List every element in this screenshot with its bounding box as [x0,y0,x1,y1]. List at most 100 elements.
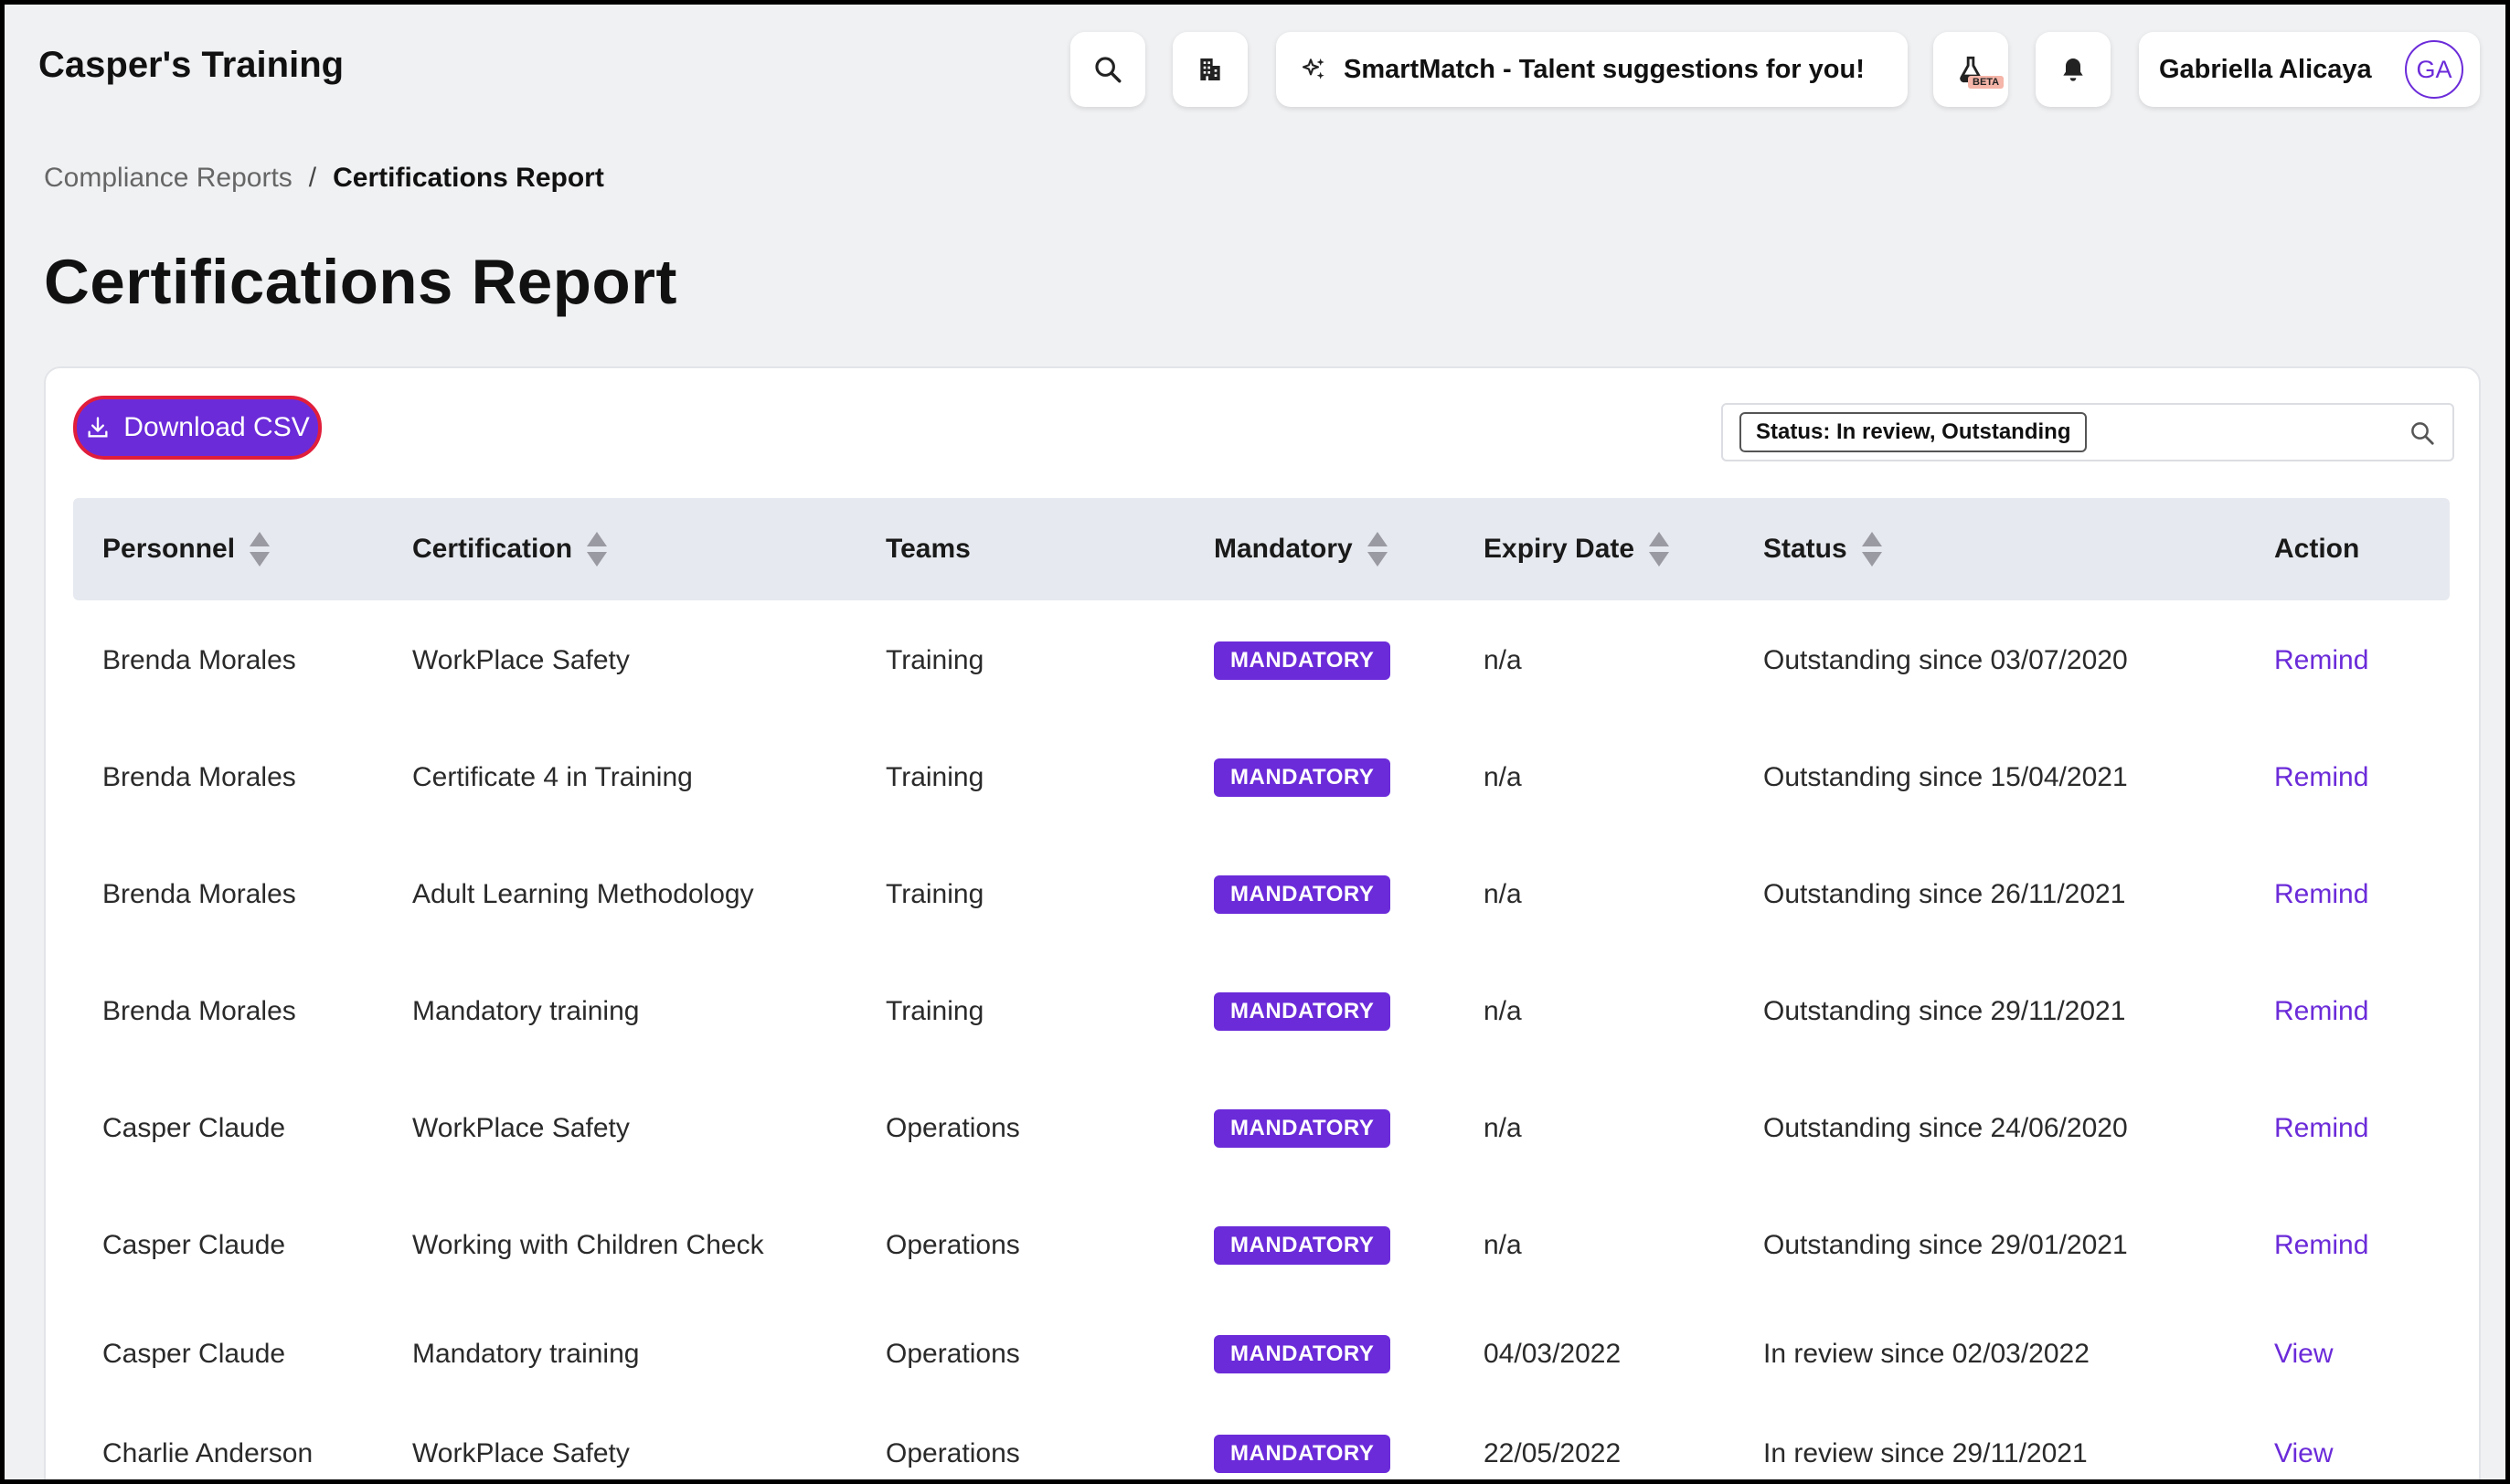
view-link[interactable]: View [2274,1313,2333,1395]
beta-badge: BETA [1968,76,2005,89]
cell-certification: WorkPlace Safety [412,1438,630,1468]
avatar: GA [2405,40,2463,99]
cell-mandatory: MANDATORY [1214,853,1391,936]
cell-certification: WorkPlace Safety [412,645,630,675]
breadcrumb: Compliance Reports / Certifications Repo… [44,163,604,194]
sparkle-icon [1302,58,1324,80]
remind-link[interactable]: Remind [2274,970,2368,1053]
cell-mandatory: MANDATORY [1214,1087,1391,1170]
status-filter-chip[interactable]: Status: In review, Outstanding [1739,412,2088,452]
table-row: Charlie Anderson WorkPlace Safety Operat… [73,1413,2450,1479]
cell-expiry: n/a [1484,1113,1522,1143]
cell-status: Outstanding since 26/11/2021 [1763,879,2126,909]
column-header-expiry-date[interactable]: Expiry Date [1484,498,1671,600]
column-header-action: Action [2274,534,2360,564]
search-icon [1095,57,1122,83]
column-header-teams: Teams [886,534,971,564]
sort-icon[interactable] [1366,530,1389,568]
sort-icon[interactable] [1647,530,1671,568]
bell-icon [2063,58,2083,81]
cell-team: Operations [886,1113,1020,1143]
app-title: Casper's Training [38,45,345,85]
cell-mandatory: MANDATORY [1214,1413,1391,1479]
column-header-personnel[interactable]: Personnel [102,498,271,600]
cell-status: Outstanding since 03/07/2020 [1763,645,2128,675]
column-header-status[interactable]: Status [1763,498,1884,600]
table-header: Personnel Certification Teams Mandatory … [73,498,2450,600]
download-csv-button[interactable]: Download CSV [73,396,322,460]
cell-status: In review since 02/03/2022 [1763,1339,2090,1369]
cell-team: Training [886,762,984,792]
cell-team: Operations [886,1438,1020,1468]
cell-personnel: Charlie Anderson [102,1438,314,1468]
cell-mandatory: MANDATORY [1214,620,1391,702]
page-title: Certifications Report [44,247,677,317]
cell-status: Outstanding since 15/04/2021 [1763,762,2128,792]
organisation-button[interactable] [1173,32,1248,107]
report-card: Download CSV Status: In review, Outstand… [44,366,2481,1479]
column-header-certification[interactable]: Certification [412,498,609,600]
column-header-mandatory[interactable]: Mandatory [1214,498,1389,600]
table-row: Brenda Morales Mandatory training Traini… [73,970,2450,1053]
sort-icon[interactable] [1860,530,1884,568]
user-menu-button[interactable]: Gabriella Alicaya GA [2139,32,2480,107]
cell-expiry: n/a [1484,996,1522,1026]
cell-status: Outstanding since 29/11/2021 [1763,996,2126,1026]
cell-mandatory: MANDATORY [1214,1204,1391,1287]
breadcrumb-current: Certifications Report [333,163,604,193]
cell-personnel: Brenda Morales [102,879,296,909]
cell-mandatory: MANDATORY [1214,1313,1391,1395]
filter-search-input[interactable]: Status: In review, Outstanding [1721,403,2454,461]
smartmatch-label: SmartMatch - Talent suggestions for you! [1344,54,1865,84]
mandatory-badge: MANDATORY [1214,875,1391,914]
cell-certification: Mandatory training [412,1339,640,1369]
remind-link[interactable]: Remind [2274,737,2368,819]
mandatory-badge: MANDATORY [1214,641,1391,680]
download-csv-label: Download CSV [123,412,310,442]
mandatory-badge: MANDATORY [1214,1335,1391,1373]
table-row: Brenda Morales Certificate 4 in Training… [73,737,2450,819]
table-row: Casper Claude Mandatory training Operati… [73,1313,2450,1395]
search-icon[interactable] [2409,419,2436,447]
cell-expiry: n/a [1484,645,1522,675]
table-row: Brenda Morales Adult Learning Methodolog… [73,853,2450,936]
mandatory-badge: MANDATORY [1214,992,1391,1031]
cell-team: Operations [886,1230,1020,1260]
view-link[interactable]: View [2274,1413,2333,1479]
mandatory-badge: MANDATORY [1214,1109,1391,1148]
cell-mandatory: MANDATORY [1214,737,1391,819]
cell-expiry: n/a [1484,1230,1522,1260]
smartmatch-button[interactable]: SmartMatch - Talent suggestions for you! [1276,32,1908,107]
breadcrumb-separator: / [308,163,317,193]
cell-certification: WorkPlace Safety [412,1113,630,1143]
labs-button[interactable]: BETA [1933,32,2008,107]
app-window: Casper's Training SmartMatch - Talent su… [5,5,2505,1479]
remind-link[interactable]: Remind [2274,620,2368,702]
cell-expiry: n/a [1484,762,1522,792]
sort-icon[interactable] [585,530,609,568]
table-row: Casper Claude WorkPlace Safety Operation… [73,1087,2450,1170]
cell-status: Outstanding since 29/01/2021 [1763,1230,2128,1260]
mandatory-badge: MANDATORY [1214,758,1391,797]
table-row: Casper Claude Working with Children Chec… [73,1204,2450,1287]
search-button[interactable] [1070,32,1145,107]
notifications-button[interactable] [2036,32,2111,107]
breadcrumb-compliance-reports[interactable]: Compliance Reports [44,163,292,194]
remind-link[interactable]: Remind [2274,853,2368,936]
cell-certification: Mandatory training [412,996,640,1026]
cell-personnel: Casper Claude [102,1339,286,1369]
cell-mandatory: MANDATORY [1214,970,1391,1053]
remind-link[interactable]: Remind [2274,1204,2368,1287]
cell-status: In review since 29/11/2021 [1763,1438,2088,1468]
cell-expiry: n/a [1484,879,1522,909]
mandatory-badge: MANDATORY [1214,1226,1391,1265]
cell-expiry: 22/05/2022 [1484,1438,1622,1468]
mandatory-badge: MANDATORY [1214,1435,1391,1473]
cell-certification: Adult Learning Methodology [412,879,754,909]
cell-team: Operations [886,1339,1020,1369]
sort-icon[interactable] [248,530,271,568]
cell-status: Outstanding since 24/06/2020 [1763,1113,2128,1143]
remind-link[interactable]: Remind [2274,1087,2368,1170]
cell-team: Training [886,879,984,909]
cell-expiry: 04/03/2022 [1484,1339,1622,1369]
